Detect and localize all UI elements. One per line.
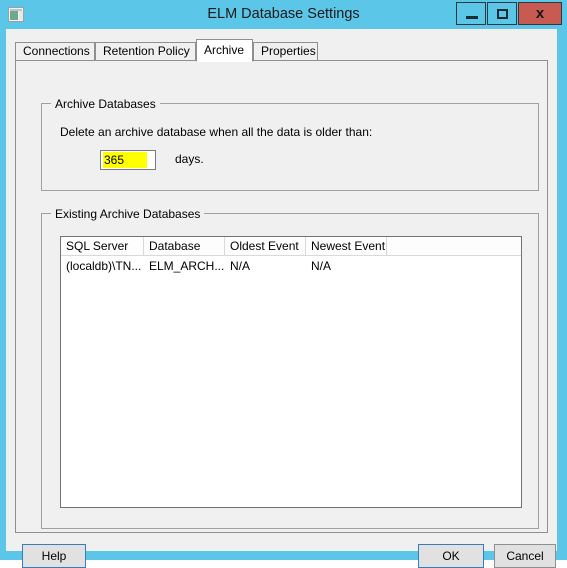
group-archive-databases: Archive Databases Delete an archive data… [41, 97, 539, 191]
cancel-button[interactable]: Cancel [494, 544, 556, 568]
days-input[interactable]: 365 [100, 150, 156, 170]
dialog-client-area: Connections Retention Policy Archive Pro… [6, 29, 557, 568]
title-bar[interactable]: ELM Database Settings x [0, 0, 567, 29]
days-input-value: 365 [103, 152, 147, 168]
cell-oldest-event: N/A [230, 259, 251, 273]
tab-connections[interactable]: Connections [15, 42, 95, 61]
dialog-window: ELM Database Settings x Connections Rete… [0, 0, 567, 568]
archive-databases-listview[interactable]: SQL Server Database Oldest Event Newest … [60, 236, 522, 508]
ok-button[interactable]: OK [418, 544, 484, 568]
delete-policy-description: Delete an archive database when all the … [60, 125, 373, 139]
close-button[interactable]: x [518, 2, 562, 25]
group-existing-archive-databases: Existing Archive Databases SQL Server Da… [41, 207, 539, 529]
tab-properties[interactable]: Properties [253, 42, 318, 61]
tab-page-archive: Archive Databases Delete an archive data… [15, 60, 548, 533]
group-existing-archive-databases-label: Existing Archive Databases [51, 207, 205, 221]
table-row[interactable]: (localdb)\TN... ELM_ARCH... N/A N/A [61, 237, 521, 275]
tab-strip: Connections Retention Policy Archive Pro… [15, 39, 548, 62]
cell-sql-server: (localdb)\TN... [66, 259, 142, 273]
tab-archive[interactable]: Archive [196, 39, 253, 62]
maximize-icon [497, 9, 508, 19]
cell-database: ELM_ARCH... [149, 259, 225, 273]
tab-retention-policy[interactable]: Retention Policy [95, 42, 196, 61]
help-button[interactable]: Help [22, 544, 86, 568]
group-archive-databases-label: Archive Databases [51, 97, 160, 111]
close-icon: x [535, 5, 545, 22]
maximize-button[interactable] [487, 2, 517, 25]
days-unit-label: days. [175, 152, 204, 166]
minimize-button[interactable] [456, 2, 486, 25]
cell-newest-event: N/A [311, 259, 332, 273]
minimize-icon [466, 16, 478, 19]
